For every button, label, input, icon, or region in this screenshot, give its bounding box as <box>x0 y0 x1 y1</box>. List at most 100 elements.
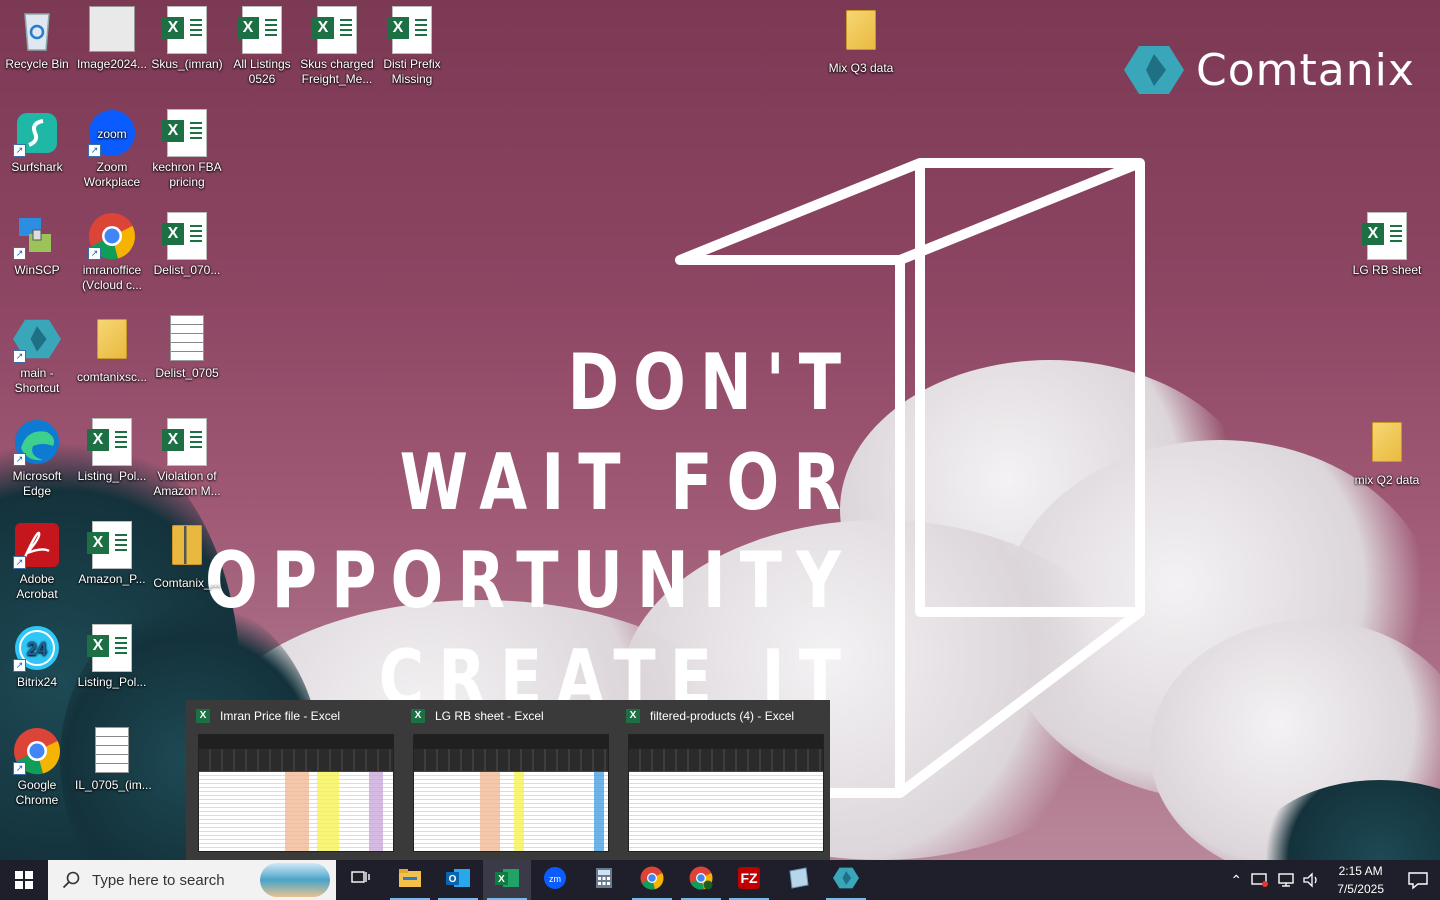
desktop-icon[interactable]: IL_0705_(im... <box>75 727 152 793</box>
desktop-icon-image: ↗ <box>13 212 61 260</box>
desktop-icon[interactable]: comtanixsc... <box>75 315 149 385</box>
desktop-icon-image: X <box>162 109 211 157</box>
excel-file-icon: X <box>162 6 207 54</box>
filezilla-icon: FZ <box>737 866 761 895</box>
taskbar-file-explorer-button[interactable] <box>386 860 434 900</box>
desktop-icon-label: kechron FBA pricing <box>152 160 222 189</box>
desktop-icon-image: X <box>387 6 436 54</box>
desktop-icon[interactable]: Recycle Bin <box>0 6 74 72</box>
clock[interactable]: 2:15 AM 7/5/2025 <box>1337 862 1384 898</box>
comtanix-app-icon <box>833 866 859 895</box>
desktop-icon-label: Image2024... <box>76 57 148 71</box>
recycle-bin-icon <box>24 13 50 51</box>
desktop-icon-image: ↗ <box>13 418 61 466</box>
desktop-icon-image: X <box>162 212 211 260</box>
excel-file-icon: X <box>87 521 132 569</box>
shortcut-arrow-icon: ↗ <box>88 144 101 157</box>
desktop-icon-label: Skus_(imran) <box>151 57 223 71</box>
chevron-up-icon[interactable]: ⌃ <box>1225 872 1247 889</box>
desktop-icon[interactable]: X Skus charged Freight_Me... <box>300 6 374 87</box>
outlook-icon: O <box>446 867 470 894</box>
desktop-icon-image: X <box>87 418 136 466</box>
desktop-icon[interactable]: ↗ WinSCP <box>0 212 74 278</box>
excel-file-icon: X <box>1362 212 1407 260</box>
desktop-icon-label: Listing_Pol... <box>77 469 147 483</box>
desktop-icon[interactable]: ↗ main - Shortcut <box>0 315 74 396</box>
zip-folder-icon <box>172 525 202 565</box>
window-thumbnail <box>628 734 824 852</box>
desktop-icon-label: Bitrix24 <box>16 675 57 689</box>
taskbar-outlook-button[interactable]: O <box>434 860 482 900</box>
desktop-icon[interactable]: X Amazon_P... <box>75 521 149 587</box>
desktop-icon-image <box>88 727 136 775</box>
comtanix-logo-icon <box>1124 46 1184 94</box>
taskbar-task-view-button[interactable] <box>337 860 385 900</box>
desktop-icon[interactable]: mix Q2 data <box>1350 418 1424 488</box>
start-button[interactable] <box>0 860 48 900</box>
preview-title: Imran Price file - Excel <box>220 709 341 723</box>
desktop-icon[interactable]: X Delist_070... <box>150 212 224 278</box>
network-icon[interactable] <box>1275 872 1297 888</box>
slogan-line-1: DON'T <box>567 336 855 428</box>
desktop-icon[interactable]: ↗ Google Chrome <box>0 727 74 808</box>
desktop-icon[interactable]: Image2024... <box>75 6 149 72</box>
desktop-icon-image: X <box>1362 212 1411 260</box>
desktop-icon-label: WinSCP <box>14 263 60 277</box>
excel-file-icon: X <box>162 212 207 260</box>
desktop-icon[interactable]: X Disti Prefix Missing <box>375 6 449 87</box>
desktop-icon-image: 24 ↗ <box>13 624 61 672</box>
desktop-icon[interactable]: Mix Q3 data <box>824 6 898 76</box>
clock-time: 2:15 AM <box>1338 864 1383 878</box>
desktop-icon[interactable]: X Violation of Amazon M... <box>150 418 224 499</box>
taskbar-calculator-button[interactable] <box>580 860 628 900</box>
volume-icon[interactable] <box>1301 872 1323 888</box>
desktop-icon[interactable]: ↗ Microsoft Edge <box>0 418 74 499</box>
desktop-icon-image: X <box>162 418 211 466</box>
desktop-icon-image: X <box>87 624 136 672</box>
desktop-icon[interactable]: 24 ↗ Bitrix24 <box>0 624 74 690</box>
taskbar-chrome-profile-button[interactable] <box>677 860 725 900</box>
text-file-icon <box>95 727 129 773</box>
desktop-icon[interactable]: zoom ↗ Zoom Workplace <box>75 109 149 190</box>
taskbar-filezilla-button[interactable]: FZ <box>725 860 773 900</box>
window-thumbnail <box>413 734 609 852</box>
taskbar-comtanix-app-button[interactable] <box>822 860 870 900</box>
desktop-icon[interactable]: Xkechron FBA pricing <box>150 109 224 190</box>
taskbar-chrome-button[interactable] <box>628 860 676 900</box>
search-icon <box>62 871 80 889</box>
excel-file-icon: X <box>162 418 207 466</box>
excel-window-previews: X Imran Price file - Excel X LG RB sheet -… <box>186 700 830 860</box>
shortcut-arrow-icon: ↗ <box>13 350 26 363</box>
desktop-icon[interactable]: X All Listings 0526 <box>225 6 299 87</box>
preview-filtered-products[interactable]: Xfiltered-products (4) - Excel <box>616 700 830 860</box>
svg-text:24: 24 <box>27 639 47 659</box>
desktop-icon[interactable]: Comtanix_... <box>150 521 224 591</box>
calculator-icon <box>595 867 613 894</box>
desktop-icon[interactable]: ↗ Surfshark <box>0 109 74 175</box>
desktop-icon[interactable]: X Listing_Pol... <box>75 624 149 690</box>
preview-lg-rb-sheet[interactable]: X LG RB sheet - Excel <box>401 700 615 860</box>
text-file-icon <box>170 315 204 361</box>
desktop-icon-image <box>163 525 211 573</box>
desktop-icon-label: Amazon_P... <box>78 572 146 586</box>
desktop-icon[interactable]: X LG RB sheet <box>1350 212 1424 278</box>
desktop-icon-label: Skus charged Freight_Me... <box>300 57 374 86</box>
taskbar-search-box[interactable]: Type here to search <box>48 860 336 900</box>
desktop-icon[interactable]: Delist_0705 <box>150 315 224 381</box>
preview-title: filtered-products (4) - Excel <box>650 709 795 723</box>
taskbar-notes-button[interactable] <box>774 860 822 900</box>
taskbar-zoom-button[interactable]: zm <box>531 860 579 900</box>
desktop-icon[interactable]: X Listing_Pol... <box>75 418 149 484</box>
desktop-icon-label: Google Chrome <box>15 778 59 807</box>
desktop-icon[interactable]: ↗ Adobe Acrobat <box>0 521 74 602</box>
taskbar-excel-button[interactable]: X <box>482 860 531 900</box>
desktop-icon[interactable]: ↗ imranoffice (Vcloud c... <box>75 212 149 293</box>
notifications-icon[interactable] <box>1396 870 1440 890</box>
slogan-line-2: WAIT FOR <box>399 436 855 528</box>
preview-imran-price-file[interactable]: X Imran Price file - Excel <box>186 700 400 860</box>
shortcut-arrow-icon: ↗ <box>13 247 26 260</box>
desktop-icon[interactable]: X Skus_(imran) <box>150 6 224 72</box>
excel-icon: X <box>196 709 210 723</box>
security-icon[interactable] <box>1249 872 1271 888</box>
folder-icon <box>97 319 127 359</box>
